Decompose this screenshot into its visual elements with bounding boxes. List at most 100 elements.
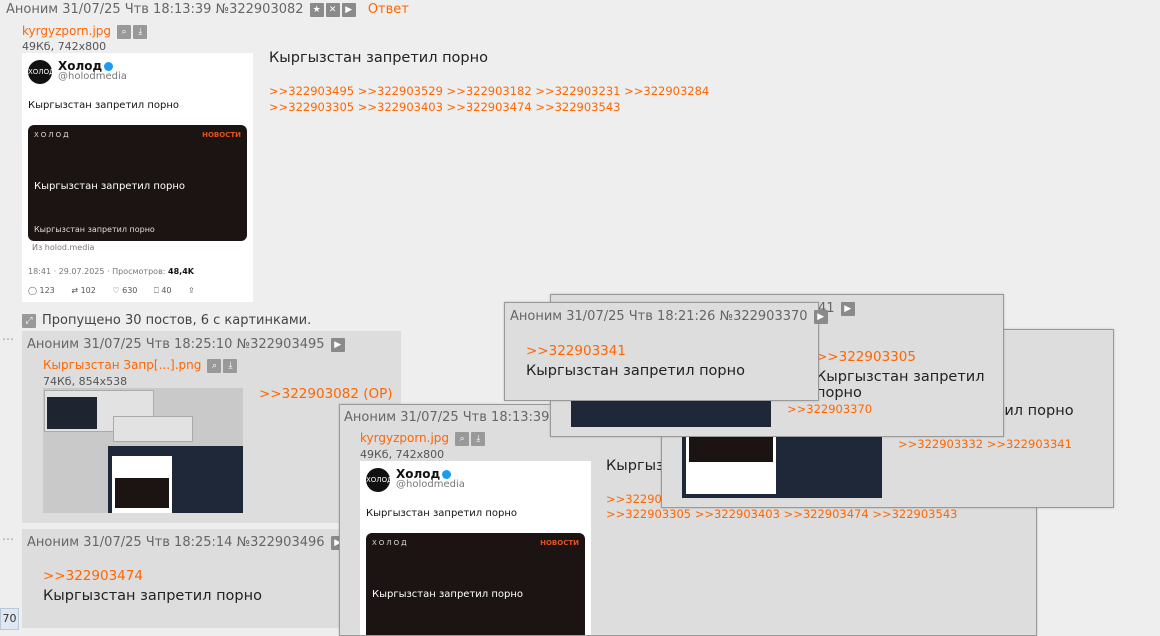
popup-top-header: Аноним 31/07/25 Чтв 18:21:26 №322903370 …	[510, 309, 828, 324]
verified-icon	[104, 62, 114, 71]
star-icon[interactable]: ★	[309, 2, 324, 17]
popup-a-replies[interactable]: >>322903370	[787, 402, 872, 416]
op-replies-line2[interactable]: >>322903305 >>322903403 >>322903474 >>32…	[269, 100, 620, 114]
card-title: Кыргызстан запретил порно	[34, 181, 186, 192]
retweets-count: 102	[80, 286, 96, 295]
play-icon[interactable]: ▶	[840, 301, 855, 316]
tweet-card: ХОЛОД НОВОСТИ Кыргызстан запретил порно	[366, 533, 585, 635]
verified-icon	[442, 470, 452, 479]
post3-number[interactable]: №322903496	[237, 535, 325, 550]
share-icon: ⇪	[188, 286, 195, 295]
post2-file-info: Кыргызстан Запр[...].png ⌕ ⤓	[43, 358, 238, 373]
heart-icon: ♡	[112, 286, 120, 295]
popup-top-author: Аноним	[510, 309, 563, 324]
op-text: Кыргызстан запретил порно	[269, 50, 488, 66]
tweet-handle: @holodmedia	[396, 479, 465, 490]
card-brand: ХОЛОД	[372, 539, 409, 547]
popup-op-file-info: kyrgyzporn.jpg ⌕ ⤓	[360, 431, 486, 446]
card-brand: ХОЛОД	[34, 131, 71, 139]
post2-thumbnail[interactable]	[43, 388, 243, 513]
post2-file-link[interactable]: Кыргызстан Запр[...].png	[43, 358, 201, 372]
reply-button[interactable]: Ответ	[368, 2, 409, 17]
post2-author: Аноним	[27, 337, 80, 352]
avatar: ХОЛОД	[28, 60, 55, 84]
op-date: 31/07/25 Чтв 18:13:39	[62, 2, 212, 17]
tweet-text: Кыргызстан запретил порно	[28, 100, 180, 111]
post3-text: Кыргызстан запретил порно	[43, 588, 262, 604]
post2-reply-link[interactable]: >>322903082 (OP)	[259, 386, 393, 402]
op-file-link[interactable]: kyrgyzporn.jpg	[22, 24, 111, 38]
thumb-dark	[47, 397, 97, 429]
expand-icon[interactable]: ⤢	[22, 313, 36, 328]
popup-top-number[interactable]: №322903370	[720, 309, 808, 324]
tweet-source: Из holod.media	[32, 243, 95, 252]
card-title: Кыргызстан запретил порно	[372, 589, 524, 600]
thumb-tweet	[112, 456, 172, 513]
op-header: Аноним 31/07/25 Чтв 18:13:39 №322903082 …	[6, 2, 409, 17]
popup-top-reply-link[interactable]: >>322903341	[526, 343, 626, 359]
post2-date: 31/07/25 Чтв 18:25:10	[83, 337, 233, 352]
download-icon[interactable]: ⤓	[133, 24, 148, 39]
popup-op-file-meta: 49Кб, 742x800	[360, 448, 445, 461]
bookmarks-count: 40	[161, 286, 172, 295]
post2-file-meta: 74Кб, 854x538	[43, 375, 128, 388]
play-icon[interactable]: ▶	[341, 2, 356, 17]
card-tag: НОВОСТИ	[202, 131, 241, 139]
card-tag: НОВОСТИ	[540, 539, 579, 547]
post3-author: Аноним	[27, 535, 80, 550]
post-dots: ⋯	[2, 332, 14, 346]
page-counter[interactable]: 70	[0, 608, 19, 630]
bookmark-icon: ⎕	[153, 286, 159, 295]
skipped-posts[interactable]: ⤢ Пропущено 30 постов, 6 с картинками.	[22, 313, 311, 328]
search-icon[interactable]: ⌕	[117, 24, 132, 39]
op-number[interactable]: №322903082	[216, 2, 304, 17]
popup-b-replies[interactable]: >>322903332 >>322903341	[898, 437, 1072, 451]
thumb-popup-2	[113, 416, 193, 442]
popup-op-author: Аноним	[344, 410, 397, 425]
replies-count: 123	[39, 286, 55, 295]
tweet-card: ХОЛОД НОВОСТИ Кыргызстан запретил порно …	[28, 125, 247, 241]
op-file-info: kyrgyzporn.jpg ⌕ ⤓	[22, 24, 148, 39]
play-icon[interactable]: ▶	[813, 309, 828, 324]
skipped-text: Пропущено 30 постов, 6 с картинками.	[42, 313, 312, 328]
views-count: 48,4K	[168, 267, 194, 276]
thumb-window	[108, 446, 243, 513]
download-icon[interactable]: ⤓	[223, 358, 238, 373]
popup-post-top: Аноним 31/07/25 Чтв 18:21:26 №322903370 …	[504, 302, 828, 401]
popup-op-thumbnail[interactable]: ХОЛОД Холод @holodmedia Кыргызстан запре…	[360, 461, 591, 635]
popup-a-text: Кыргызстан запретил порно	[816, 369, 985, 401]
popup-op-header: Аноним 31/07/25 Чтв 18:13:39	[344, 410, 549, 425]
tweet-handle: @holodmedia	[58, 71, 127, 82]
post-dots: ⋯	[2, 532, 14, 546]
retweet-icon: ⇄	[71, 286, 79, 295]
op-thumbnail[interactable]: ХОЛОД Холод @holodmedia Кыргызстан запре…	[22, 53, 253, 302]
download-icon[interactable]: ⤓	[471, 431, 486, 446]
play-icon[interactable]: ▶	[330, 337, 345, 352]
popup-op-file-link[interactable]: kyrgyzporn.jpg	[360, 431, 449, 445]
op-replies-line1[interactable]: >>322903495 >>322903529 >>322903182 >>32…	[269, 84, 709, 98]
hide-icon[interactable]: ✕	[325, 2, 340, 17]
post3-header: Аноним 31/07/25 Чтв 18:25:14 №322903496 …	[27, 535, 345, 550]
avatar: ХОЛОД	[366, 468, 393, 492]
search-icon[interactable]: ⌕	[207, 358, 222, 373]
tweet-actions: ◯ 123 ⇄ 102 ♡ 630 ⎕ 40 ⇪	[28, 286, 248, 296]
popup-top-text: Кыргызстан запретил порно	[526, 363, 745, 379]
tweet-text: Кыргызстан запретил порно	[366, 508, 518, 519]
tweet-timestamp: 18:41 · 29.07.2025 · Просмотров: 48,4K	[28, 267, 194, 276]
post2-number[interactable]: №322903495	[237, 337, 325, 352]
thumb-card	[115, 478, 169, 508]
op-author: Аноним	[6, 2, 59, 17]
post2-header: Аноним 31/07/25 Чтв 18:25:10 №322903495 …	[27, 337, 345, 352]
popup-op-date: 31/07/25 Чтв 18:13:39	[400, 410, 550, 425]
post3-date: 31/07/25 Чтв 18:25:14	[83, 535, 233, 550]
likes-count: 630	[122, 286, 138, 295]
popup-a-reply-link[interactable]: >>322903305	[816, 349, 916, 365]
timestamp-text: 18:41 · 29.07.2025 · Просмотров:	[28, 267, 169, 276]
post3-reply-link[interactable]: >>322903474	[43, 568, 143, 584]
reply-icon: ◯	[28, 286, 37, 295]
op-file-meta: 49Кб, 742x800	[22, 40, 107, 53]
popup-op-replies-line2[interactable]: >>322903305 >>322903403 >>322903474 >>32…	[606, 507, 957, 521]
search-icon[interactable]: ⌕	[455, 431, 470, 446]
popup-top-date: 31/07/25 Чтв 18:21:26	[566, 309, 716, 324]
card-caption: Кыргызстан запретил порно	[34, 225, 155, 234]
